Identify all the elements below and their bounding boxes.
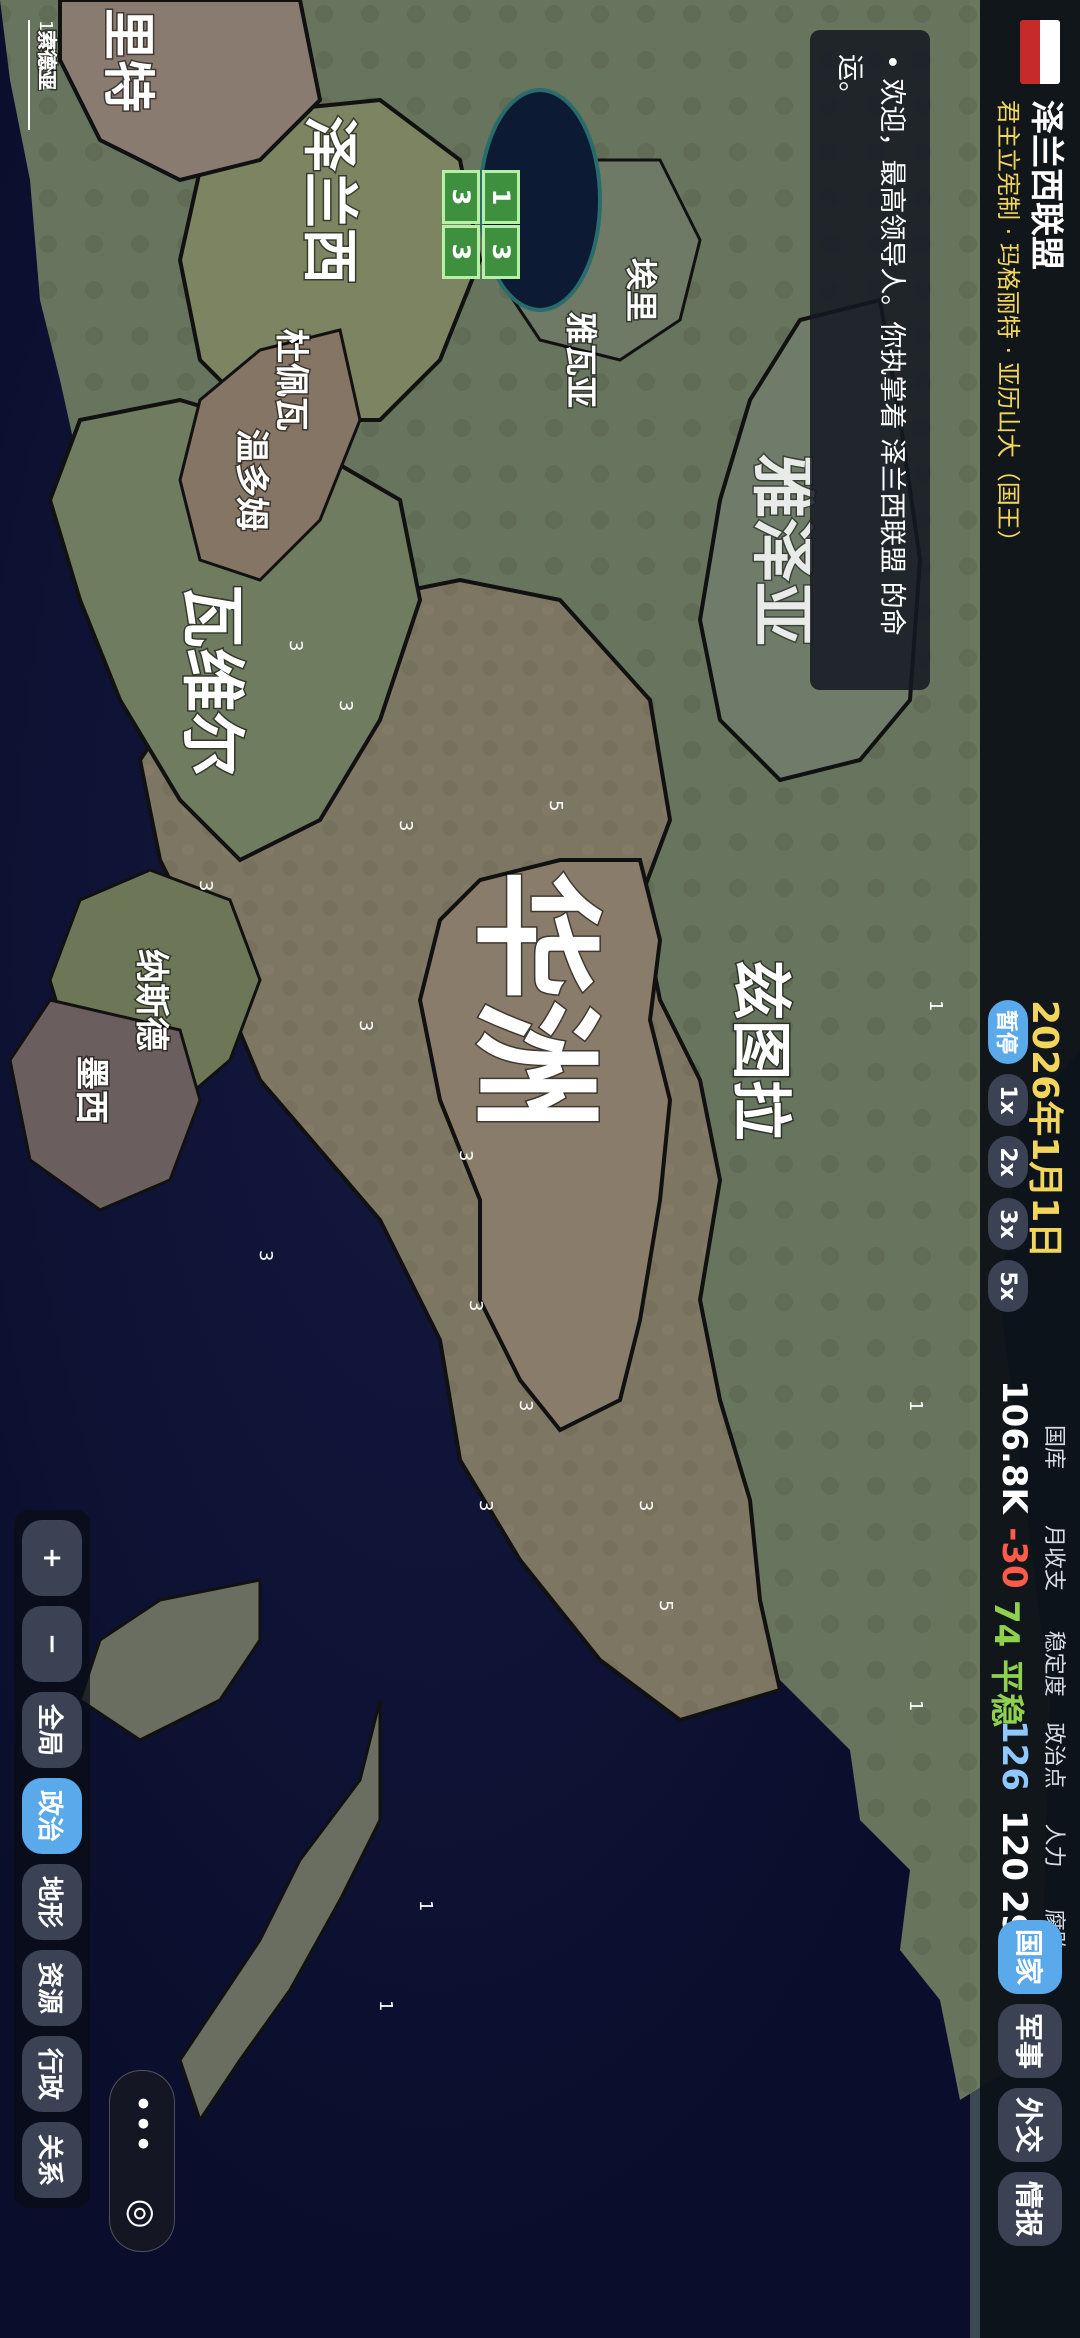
speed-5x-button[interactable]: 5x [988, 1260, 1028, 1313]
speed-controls: 暂停 1x 2x 3x 5x [988, 1000, 1028, 1313]
terrain-mode-button[interactable]: 地形 [22, 1864, 82, 1940]
label-wenduomu[interactable]: 温多姆 [230, 428, 273, 533]
government-line: 君主立宪制 · 玛格丽特 · 亚历山大（国王） [994, 100, 1022, 554]
tab-military[interactable]: 军事 [998, 2004, 1062, 2078]
label-waweier[interactable]: 瓦维尔 [173, 583, 250, 778]
map-scale-bar [28, 20, 30, 130]
svg-text:5: 5 [655, 1600, 676, 1611]
label-aili[interactable]: 埃里 [621, 256, 662, 323]
country-name[interactable]: 泽兰西联盟 [1025, 100, 1074, 270]
svg-text:3: 3 [515, 1400, 536, 1411]
island-south [78, 1578, 262, 1742]
svg-text:3: 3 [475, 1500, 496, 1511]
army-unit[interactable]: 1 [482, 170, 520, 224]
more-icon[interactable]: ••• [122, 2094, 162, 2154]
island-chain [178, 1699, 382, 2124]
stat-monthly-balance[interactable]: 月收支 -30 [994, 1525, 1072, 1591]
relations-mode-button[interactable]: 关系 [22, 2122, 82, 2198]
svg-text:1: 1 [375, 2000, 396, 2011]
overview-button[interactable]: 全局 [22, 1692, 82, 1768]
army-unit[interactable]: 3 [482, 225, 520, 279]
svg-text:3: 3 [455, 1150, 476, 1161]
stat-manpower[interactable]: 人力 120 [994, 1810, 1072, 1881]
top-hud: 泽兰西联盟 君主立宪制 · 玛格丽特 · 亚历山大（国王） 2026年1月1日 … [980, 0, 1080, 2338]
country-flag[interactable] [1020, 20, 1060, 84]
map-toolbar: + − 全局 政治 地形 资源 行政 关系 [14, 1510, 90, 2208]
tab-diplomacy[interactable]: 外交 [998, 2088, 1062, 2162]
zoom-in-button[interactable]: + [22, 1520, 82, 1596]
resources-mode-button[interactable]: 资源 [22, 1950, 82, 2026]
politics-mode-button[interactable]: 政治 [22, 1778, 82, 1854]
admin-mode-button[interactable]: 行政 [22, 2036, 82, 2112]
top-tabs: 国家 军事 外交 情报 [998, 1920, 1062, 2246]
label-nasid[interactable]: 纳斯德 [130, 948, 173, 1053]
zoom-out-button[interactable]: − [22, 1606, 82, 1682]
army-unit[interactable]: 3 [442, 170, 480, 224]
label-moxi[interactable]: 墨西 [70, 1055, 113, 1126]
svg-text:1: 1 [415, 1900, 436, 1911]
tab-nation[interactable]: 国家 [998, 1920, 1062, 1994]
svg-text:3: 3 [355, 1020, 376, 1031]
army-unit[interactable]: 3 [442, 225, 480, 279]
label-yawaya[interactable]: 雅瓦亚 [561, 310, 602, 409]
tab-intelligence[interactable]: 情报 [998, 2172, 1062, 2246]
svg-text:3: 3 [215, 600, 236, 611]
svg-text:5: 5 [545, 800, 566, 811]
pause-button[interactable]: 暂停 [988, 1000, 1028, 1065]
svg-text:3: 3 [285, 640, 306, 651]
svg-text:3: 3 [255, 1250, 276, 1261]
label-lite[interactable]: 里特 [96, 6, 159, 113]
svg-text:3: 3 [635, 1500, 656, 1511]
svg-text:3: 3 [465, 1300, 486, 1311]
miniprogram-capsule: ••• ◎ [109, 2070, 175, 2252]
label-zitula[interactable]: 兹图拉 [724, 959, 797, 1142]
stat-stability[interactable]: 稳定度 74 平稳 [985, 1600, 1072, 1727]
svg-text:3: 3 [195, 880, 216, 891]
stat-treasury[interactable]: 国库 106.8K [994, 1380, 1072, 1514]
welcome-message: • 欢迎，最高领导人。你执掌着 泽兰西联盟 的命运。 [810, 30, 930, 690]
close-circle-icon[interactable]: ◎ [122, 2199, 162, 2229]
svg-text:3: 3 [395, 820, 416, 831]
game-date: 2026年1月1日 [1024, 1000, 1065, 1259]
svg-text:1: 1 [905, 1700, 926, 1711]
label-zelanxi[interactable]: 泽兰西 [295, 115, 363, 286]
speed-3x-button[interactable]: 3x [988, 1198, 1028, 1251]
speed-1x-button[interactable]: 1x [988, 1074, 1028, 1127]
svg-text:1: 1 [905, 1400, 926, 1411]
stat-political-points[interactable]: 政治点 126 [994, 1720, 1072, 1791]
svg-text:3: 3 [335, 700, 356, 711]
landscape-canvas: 华洲 兹图拉 瓦维尔 雅泽亚 泽兰西 里特 杜佩瓦 温多姆 埃里 雅瓦亚 纳斯德… [0, 0, 1080, 2338]
svg-text:1: 1 [925, 1000, 946, 1011]
label-yalanya[interactable]: 雅泽亚 [743, 453, 820, 648]
game-screen: 华洲 兹图拉 瓦维尔 雅泽亚 泽兰西 里特 杜佩瓦 温多姆 埃里 雅瓦亚 纳斯德… [0, 0, 1080, 2338]
label-huazhou[interactable]: 华洲 [458, 868, 613, 1131]
speed-2x-button[interactable]: 2x [988, 1136, 1028, 1189]
map-scale-label: 1 千公里 [35, 20, 56, 92]
label-duheiwa[interactable]: 杜佩瓦 [270, 328, 313, 433]
